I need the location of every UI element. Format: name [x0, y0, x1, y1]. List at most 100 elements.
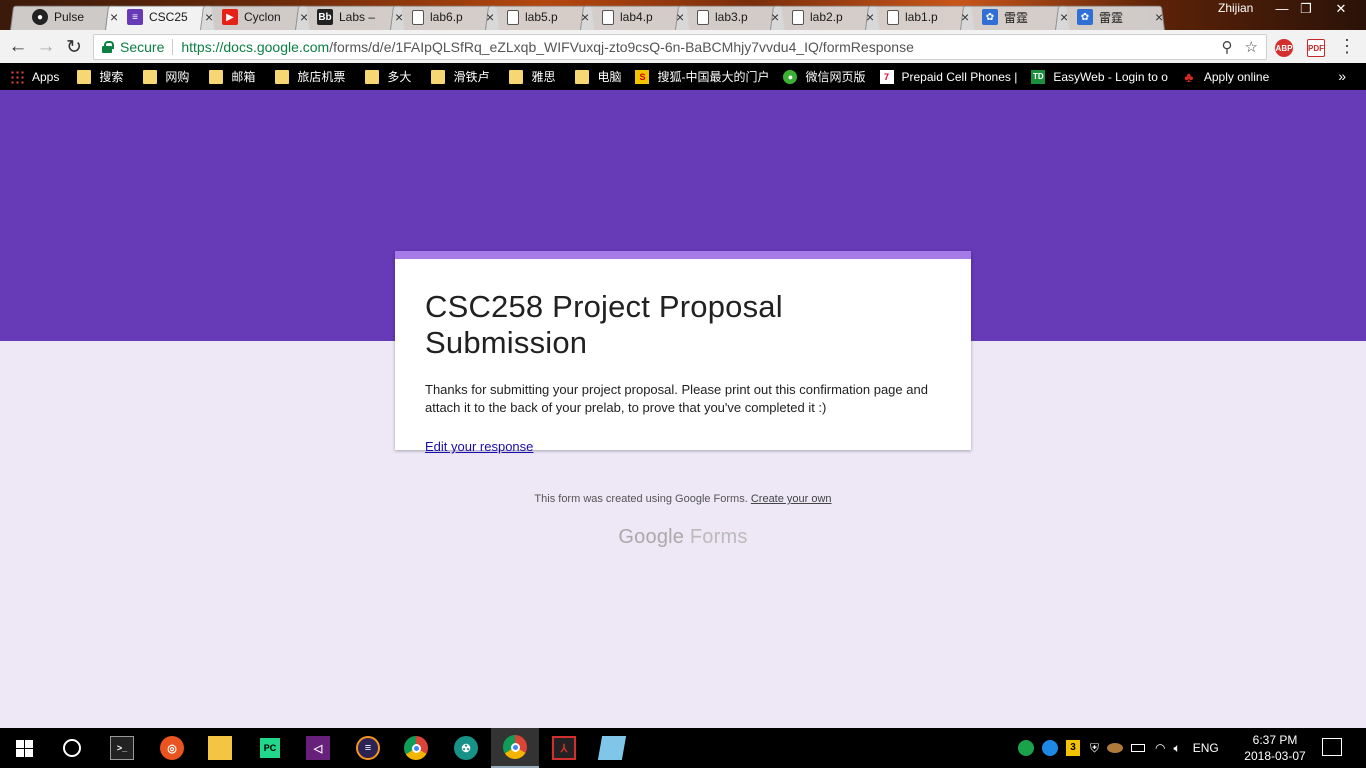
tab-labs[interactable]: Bb Labs – ×	[295, 4, 405, 31]
edit-response-link[interactable]: Edit your response	[425, 439, 533, 454]
taskbar-ubuntu[interactable]: ◎	[148, 728, 196, 768]
taskbar-terminal[interactable]: >_	[98, 728, 146, 768]
folder-icon	[275, 69, 290, 84]
chrome-canary-icon	[503, 735, 527, 759]
forward-arrow-icon[interactable]: →	[34, 35, 58, 59]
battery-icon[interactable]	[1131, 744, 1146, 752]
notifications-icon[interactable]	[1322, 738, 1342, 756]
bookmark-star-icon[interactable]: ☆	[1245, 38, 1258, 56]
bookmark-folder[interactable]: 雅思	[509, 68, 555, 85]
window-close-icon[interactable]: ✕	[1327, 0, 1355, 20]
language-indicator[interactable]: ENG	[1193, 741, 1219, 755]
bookmark-folder[interactable]: 滑铁卢	[431, 68, 489, 85]
wifi-icon[interactable]: ◠	[1155, 741, 1165, 755]
bookmark-folder[interactable]: 旅店机票	[275, 68, 345, 85]
taskbar-chrome[interactable]	[392, 728, 440, 768]
sync-icon[interactable]	[1042, 740, 1058, 756]
start-button[interactable]	[0, 728, 48, 768]
taskbar-acrobat[interactable]: ⅄	[540, 728, 588, 768]
taskbar-notepad[interactable]	[588, 728, 636, 768]
folder-icon	[575, 69, 590, 84]
taskbar-pycharm[interactable]: PC	[246, 728, 294, 768]
close-icon[interactable]: ×	[110, 9, 118, 25]
tab-lab4[interactable]: lab4.p ×	[580, 4, 690, 31]
bookmark-prepaid[interactable]: 7 Prepaid Cell Phones |	[879, 69, 1017, 84]
close-icon[interactable]: ×	[676, 9, 684, 25]
taskbar-eclipse[interactable]: ≡	[344, 728, 392, 768]
document-icon	[792, 9, 804, 25]
footer-text: This form was created using Google Forms…	[534, 493, 748, 505]
bookmark-sohu[interactable]: S 搜狐-中国最大的门户	[635, 68, 769, 85]
acrobat-extension-icon[interactable]: PDF	[1307, 39, 1325, 57]
tab-cyclone[interactable]: ▶ Cyclon ×	[200, 4, 310, 31]
close-icon[interactable]: ×	[961, 9, 969, 25]
vpn-icon[interactable]	[1018, 740, 1034, 756]
close-icon[interactable]: ×	[486, 9, 494, 25]
ubuntu-icon: ◎	[160, 736, 184, 760]
volume-icon[interactable]: 🔈︎	[1174, 741, 1181, 756]
back-arrow-icon[interactable]: ←	[6, 35, 30, 59]
close-icon[interactable]: ×	[395, 9, 403, 25]
blackboard-icon: Bb	[317, 9, 333, 25]
baidu-icon: ✿	[1077, 9, 1093, 25]
bookmark-wechat[interactable]: ● 微信网页版	[783, 68, 866, 85]
folder-icon	[431, 69, 446, 84]
close-icon[interactable]: ×	[1060, 9, 1068, 25]
google-forms-logo[interactable]: Google Forms	[0, 526, 1366, 549]
baidu-icon: ✿	[982, 9, 998, 25]
bookmark-folder[interactable]: 邮箱	[209, 68, 255, 85]
url-text[interactable]: https://docs.google.com/forms/d/e/1FAIpQ…	[181, 39, 914, 55]
bookmark-folder[interactable]: 网购	[143, 68, 189, 85]
bookmark-folder[interactable]: 搜索	[77, 68, 123, 85]
cortana-button[interactable]	[48, 728, 96, 768]
google-forms-icon: ≡	[127, 9, 143, 25]
restore-icon[interactable]: ❐	[1292, 0, 1320, 20]
bookmark-apply[interactable]: ♣ Apply online	[1182, 69, 1269, 85]
close-icon[interactable]: ×	[300, 9, 308, 25]
profile-name[interactable]: Zhijian	[1218, 1, 1253, 15]
close-icon[interactable]: ×	[771, 9, 779, 25]
address-bar[interactable]: Secure https://docs.google.com/forms/d/e…	[93, 34, 1267, 60]
taskbar-chrome-active[interactable]	[491, 728, 539, 768]
tab-lab2[interactable]: lab2.p ×	[770, 4, 880, 31]
bookmark-apps[interactable]: Apps	[10, 69, 59, 84]
close-icon[interactable]: ×	[205, 9, 213, 25]
tab-baidu-2[interactable]: ✿ 雷霆 ×	[1055, 4, 1165, 31]
youtube-icon: ▶	[222, 9, 238, 25]
close-icon[interactable]: ×	[866, 9, 874, 25]
tab-baidu-1[interactable]: ✿ 雷霆 ×	[960, 4, 1070, 31]
tray-badge[interactable]: 3	[1066, 740, 1080, 756]
close-icon[interactable]: ×	[581, 9, 589, 25]
bookmark-folder[interactable]: 多大	[365, 68, 411, 85]
app-tray-icon[interactable]	[1107, 743, 1124, 753]
system-clock[interactable]: 6:37 PM 2018-03-07	[1240, 732, 1310, 764]
bookmark-easyweb[interactable]: TD EasyWeb - Login to o	[1031, 69, 1168, 84]
adblock-icon[interactable]: ABP	[1275, 39, 1293, 57]
folder-icon	[365, 69, 380, 84]
tab-lab5[interactable]: lab5.p ×	[485, 4, 595, 31]
lock-icon	[102, 41, 114, 53]
apps-grid-icon	[10, 69, 24, 84]
github-icon: ●	[32, 9, 48, 25]
close-icon[interactable]: ×	[1155, 9, 1163, 25]
more-bookmarks-icon[interactable]: »	[1338, 68, 1346, 84]
browser-toolbar: ← → ↻ Secure https://docs.google.com/for…	[0, 30, 1366, 63]
taskbar-gitkraken[interactable]: ☢	[442, 728, 490, 768]
folder-icon	[509, 69, 524, 84]
menu-icon[interactable]: ⋮	[1338, 37, 1356, 55]
taskbar-visual-studio[interactable]: ◁	[294, 728, 342, 768]
taskbar-file-explorer[interactable]	[196, 728, 244, 768]
tab-lab3[interactable]: lab3.p ×	[675, 4, 785, 31]
bookmark-folder[interactable]: 电脑	[575, 68, 621, 85]
clock-time: 6:37 PM	[1252, 733, 1298, 747]
zoom-icon[interactable]: ⚲	[1222, 38, 1233, 56]
shield-icon[interactable]: ⛨	[1090, 741, 1099, 756]
create-your-own-link[interactable]: Create your own	[751, 493, 832, 505]
sohu-icon: S	[635, 69, 650, 84]
tab-pulse[interactable]: ● Pulse ×	[10, 4, 120, 31]
tab-lab1[interactable]: lab1.p ×	[865, 4, 975, 31]
reload-icon[interactable]: ↻	[62, 35, 86, 59]
tab-lab6[interactable]: lab6.p ×	[390, 4, 500, 31]
eclipse-icon: ≡	[356, 736, 380, 760]
tab-csc258[interactable]: ≡ CSC25 ×	[105, 4, 215, 31]
